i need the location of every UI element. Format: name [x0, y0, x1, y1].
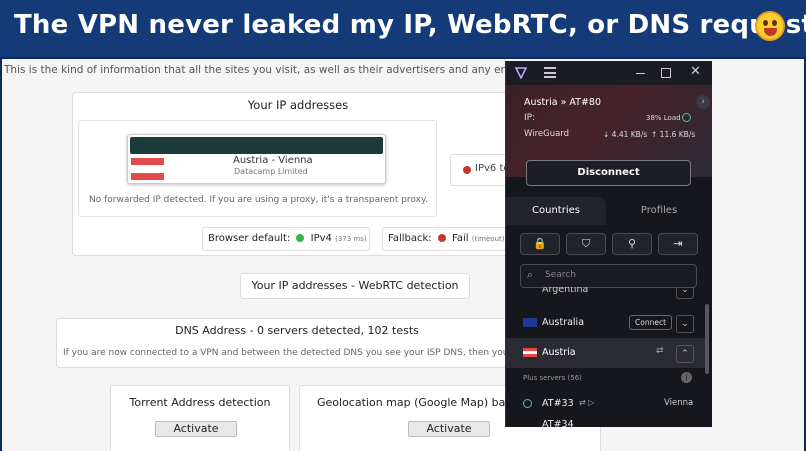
p2p-filter-icon[interactable]: ⚲	[612, 233, 652, 255]
ipv4-time: (373 ms)	[335, 235, 367, 243]
chevron-down-icon[interactable]: ⌄	[676, 315, 694, 333]
tab-profiles[interactable]: Profiles	[606, 197, 712, 225]
vpn-protocol: WireGuard	[524, 129, 570, 139]
vpn-download-speed: ↓ 4.41 KB/s	[603, 130, 648, 139]
dns-section: DNS Address - 0 servers detected, 102 te…	[56, 318, 538, 368]
server-name: AT#33	[542, 398, 574, 409]
country-row-australia[interactable]: Australia Connect ⌄	[506, 308, 706, 338]
browser-default-label: Browser default:	[208, 233, 291, 244]
fail-status-dot	[437, 234, 446, 242]
ip-card: Austria - Vienna Datacamp Limited	[127, 134, 386, 184]
server-search-input[interactable]: ⌕ Search	[520, 264, 697, 288]
disconnect-button[interactable]: Disconnect	[526, 160, 691, 186]
connect-button[interactable]: Connect	[629, 315, 673, 330]
secure-core-filter-icon[interactable]: 🔒	[520, 233, 560, 255]
vpn-load: 38% Load	[646, 114, 681, 122]
ip-isp: Datacamp Limited	[234, 167, 308, 176]
minimize-icon[interactable]	[636, 73, 645, 74]
netshield-filter-icon[interactable]: ⛉	[566, 233, 606, 255]
torrent-activate-button[interactable]: Activate	[155, 421, 237, 437]
chevron-down-icon[interactable]: ⌄	[676, 287, 694, 299]
vpn-app-window: ✕ Austria » AT#80 IP: 38% Load › WireGua…	[505, 61, 712, 427]
country-name: Australia	[542, 317, 585, 328]
webrtc-section: Your IP addresses - WebRTC detection	[240, 273, 470, 299]
expand-arrow-icon[interactable]: ›	[696, 95, 710, 109]
intro-text: This is the kind of information that all…	[4, 64, 544, 76]
ipv4-label: IPv4	[310, 233, 332, 244]
austria-flag-icon	[131, 158, 164, 180]
ipv6-box: IPv6 te	[450, 154, 512, 186]
webrtc-title: Your IP addresses - WebRTC detection	[251, 279, 459, 292]
menu-icon[interactable]	[544, 67, 556, 78]
fallback-label: Fallback:	[388, 233, 432, 244]
country-row-argentina[interactable]: Argentina ⌄	[506, 287, 706, 303]
ip-section-title: Your IP addresses	[247, 98, 349, 112]
geo-title: Geolocation map (Google Map) bas	[317, 396, 512, 409]
austria-flag-icon	[523, 348, 537, 357]
country-name: Argentina	[542, 287, 589, 295]
load-ring-icon	[682, 113, 691, 122]
chevron-up-icon[interactable]: ⌃	[676, 345, 694, 363]
search-placeholder: Search	[545, 270, 576, 280]
country-name: Austria	[542, 347, 576, 358]
forward-note: No forwarded IP detected. If you are usi…	[89, 195, 428, 205]
ipv4-status-dot	[296, 234, 305, 242]
geo-activate-button[interactable]: Activate	[408, 421, 490, 437]
vpn-titlebar: ✕	[506, 61, 712, 85]
header-banner: The VPN never leaked my IP, WebRTC, or D…	[0, 0, 806, 57]
server-list-scrollbar[interactable]	[705, 304, 709, 374]
tor-filter-icon[interactable]: ⇥	[658, 233, 698, 255]
server-load-icon	[523, 399, 532, 408]
country-row-austria[interactable]: Austria ⇄ ⌃	[506, 338, 706, 368]
dns-title: DNS Address - 0 servers detected, 102 te…	[175, 324, 419, 337]
ip-location: Austria - Vienna	[233, 155, 313, 166]
vpn-server: Austria » AT#80	[524, 97, 602, 108]
vpn-logo-icon	[515, 67, 527, 79]
ipv6-status-dot	[463, 166, 471, 174]
p2p-icon: ⇄	[656, 346, 664, 356]
australia-flag-icon	[523, 318, 537, 327]
fail-label: Fail	[452, 233, 469, 244]
maximize-icon[interactable]	[661, 68, 671, 78]
dns-note: If you are now connected to a VPN and be…	[63, 348, 509, 358]
plus-servers-label: Plus servers (56)	[523, 374, 582, 382]
fail-note: (timeout)	[471, 235, 505, 243]
browser-default-box: Browser default: IPv4 (373 ms)	[202, 227, 370, 251]
vpn-upload-speed: ↑ 11.6 KB/s	[651, 130, 696, 139]
server-feature-icons: ⇄ ▷	[579, 398, 595, 407]
banner-title: The VPN never leaked my IP, WebRTC, or D…	[14, 10, 806, 40]
torrent-section: Torrent Address detection	[110, 385, 290, 451]
server-row-at34[interactable]: AT#34	[506, 417, 706, 427]
close-icon[interactable]: ✕	[690, 64, 701, 79]
server-city: Vienna	[664, 398, 694, 408]
tab-countries[interactable]: Countries	[506, 197, 606, 225]
torrent-title: Torrent Address detection	[129, 396, 271, 409]
grinning-face-icon	[755, 11, 785, 41]
fallback-box: Fallback: Fail (timeout)	[382, 227, 506, 251]
search-icon: ⌕	[527, 268, 534, 281]
info-icon[interactable]: i	[681, 372, 692, 383]
vpn-ip-label: IP:	[524, 113, 536, 123]
ip-redacted-bar	[130, 137, 383, 154]
server-name: AT#34	[542, 419, 574, 427]
server-row-at33[interactable]: AT#33 ⇄ ▷ Vienna	[506, 389, 706, 419]
